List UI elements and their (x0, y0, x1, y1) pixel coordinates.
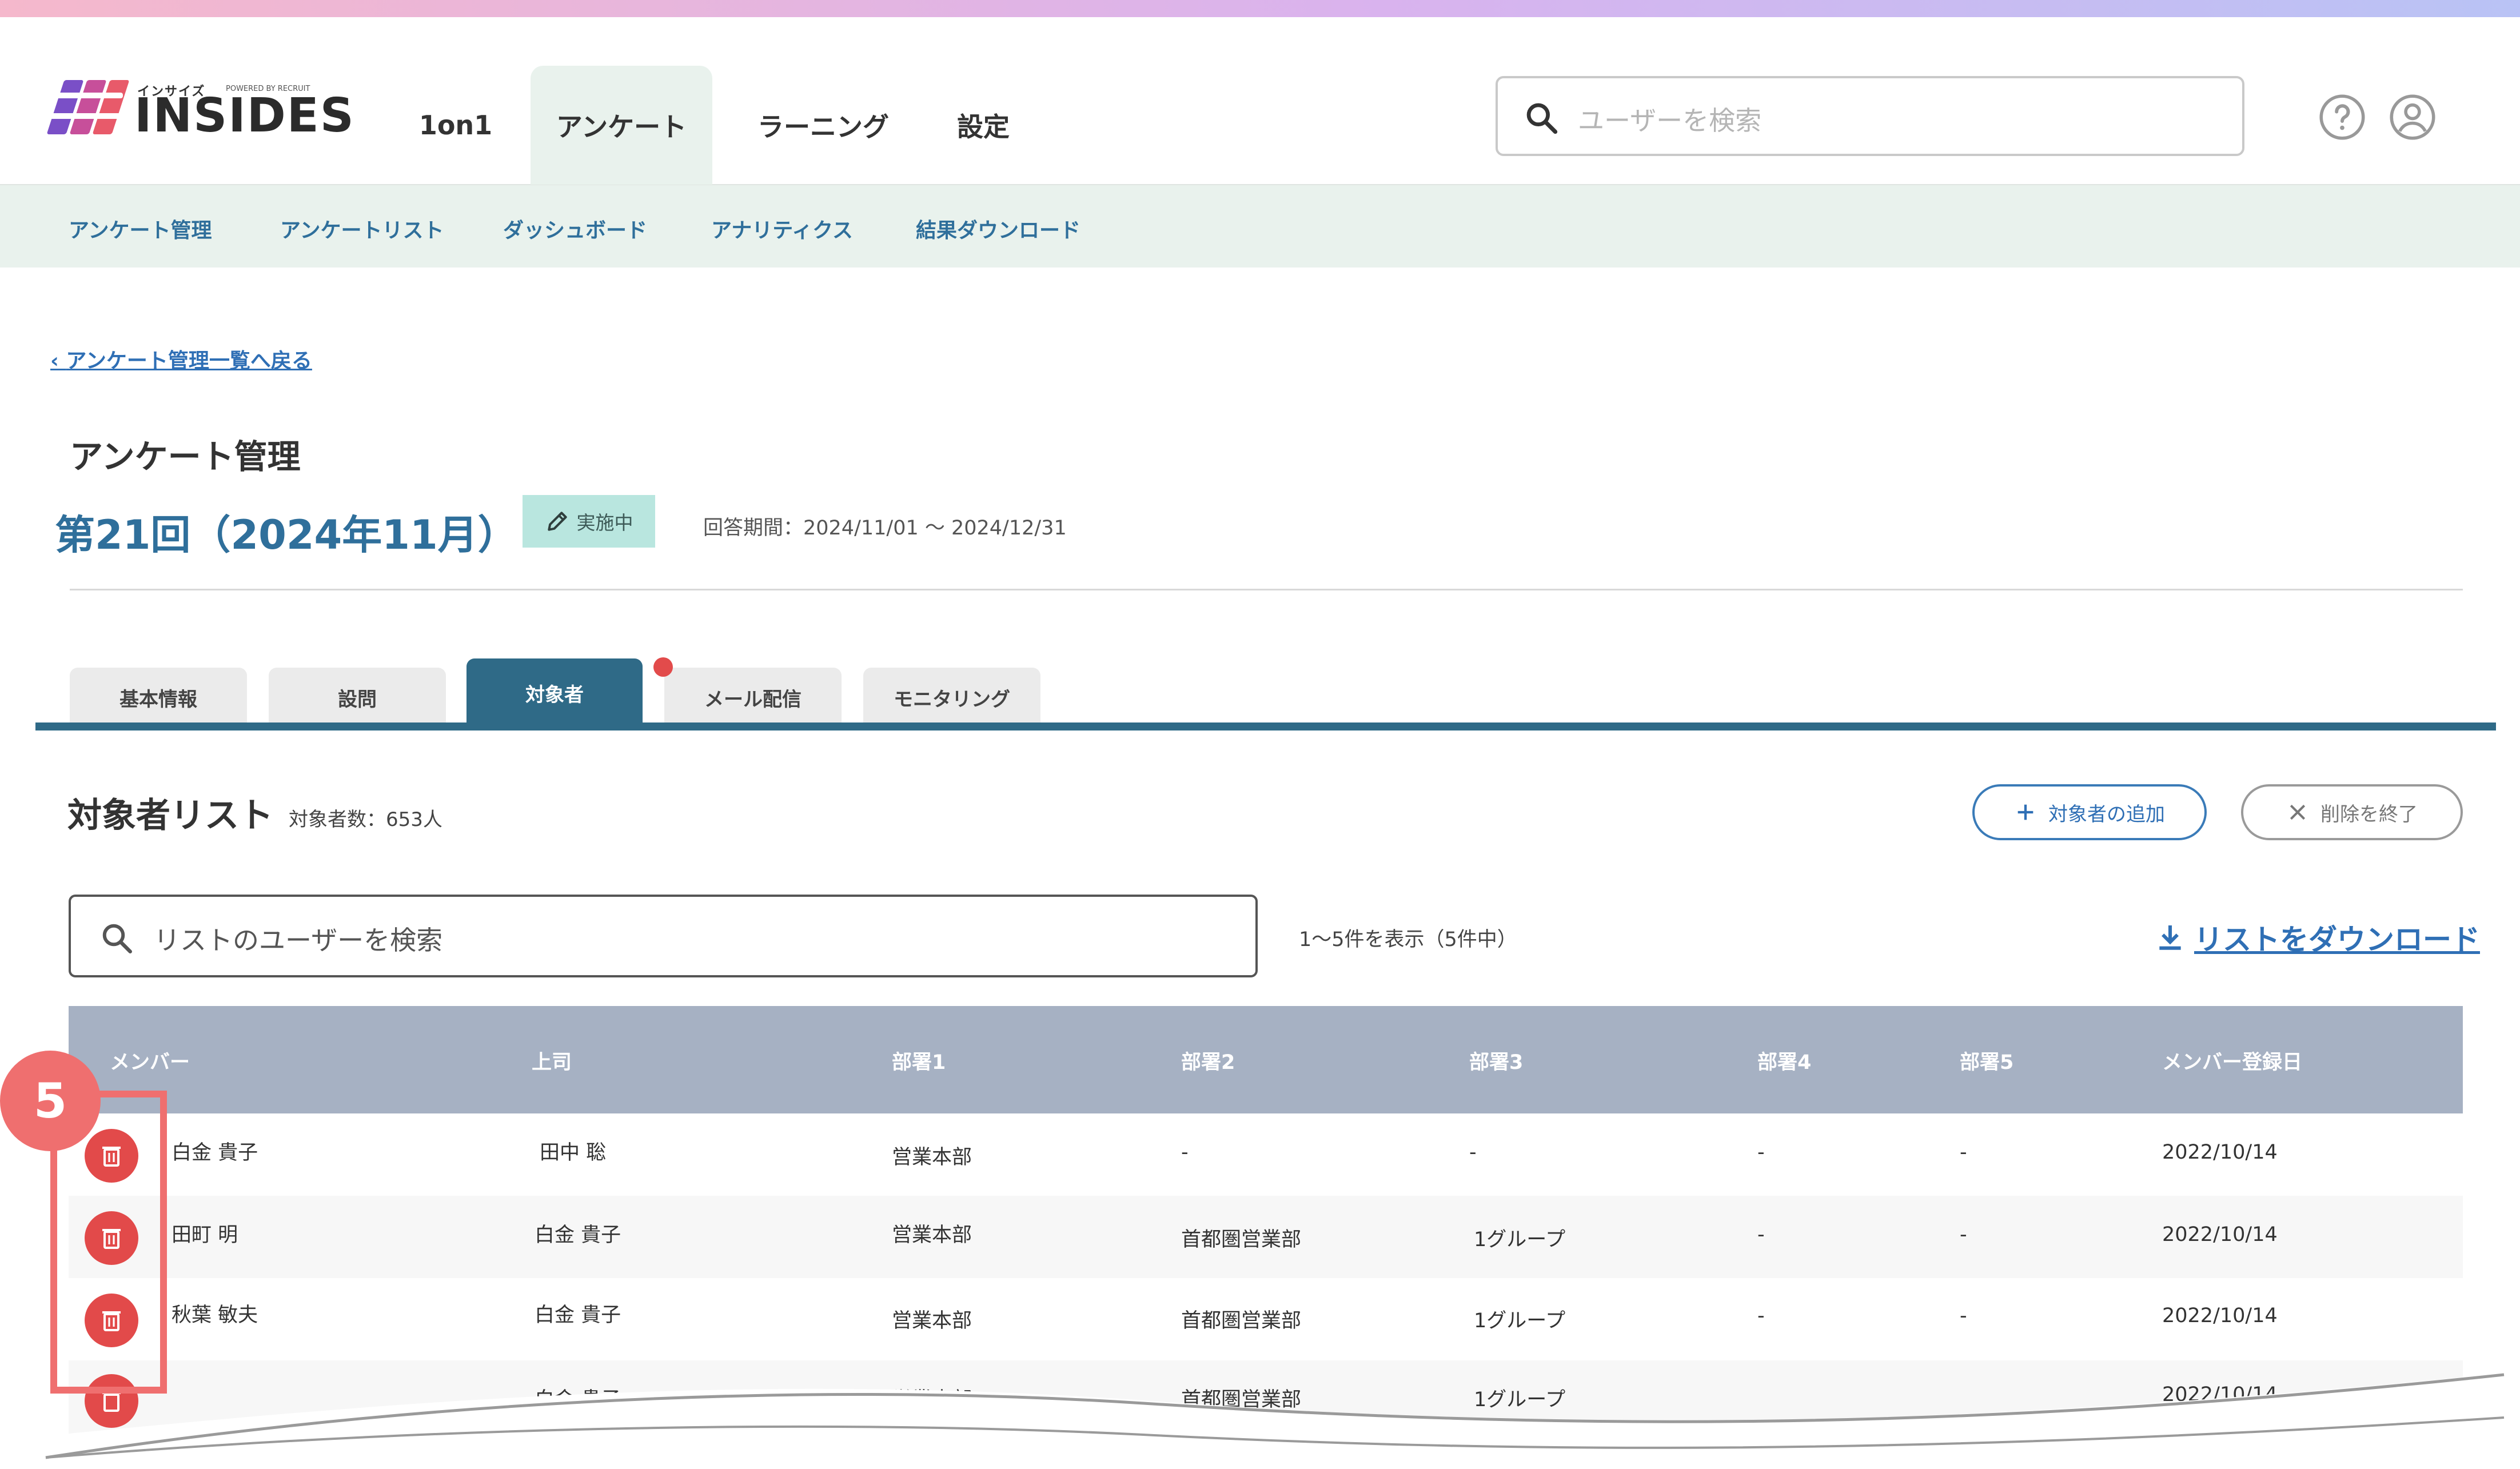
help-icon[interactable] (2318, 93, 2366, 141)
logo-mark-icon (46, 80, 130, 134)
back-link[interactable]: ‹ アンケート管理一覧へ戻る (50, 344, 312, 374)
cell-dept2: - (1181, 1141, 1189, 1164)
cell-dept2: 首都圏営業部 (1181, 1310, 1302, 1332)
list-search-input[interactable]: リストのユーザーを検索 (69, 895, 1258, 977)
nav-tab-settings[interactable]: 設定 (938, 66, 1029, 185)
col-boss[interactable]: 上司 (532, 1046, 572, 1075)
subnav-dashboard[interactable]: ダッシュボード (503, 214, 647, 243)
cell-member: 田町 明 (172, 1224, 238, 1247)
cell-dept5: - (1960, 1223, 1967, 1246)
col-dept2[interactable]: 部署2 (1181, 1046, 1235, 1075)
user-search-input[interactable]: ユーザーを検索 (1496, 76, 2244, 156)
cell-dept1: 営業本部 (892, 1224, 972, 1247)
cell-boss: 白金 貴子 (535, 1304, 621, 1327)
download-list-link[interactable]: リストをダウンロード (2154, 917, 2480, 958)
tab-monitoring[interactable]: モニタリング (863, 668, 1040, 727)
cell-dept4: - (1757, 1141, 1765, 1164)
nav-tab-learning[interactable]: ラーニング (743, 66, 903, 185)
nav-tab-1on1[interactable]: 1on1 (407, 66, 504, 185)
tab-mail-delivery[interactable]: メール配信 (664, 668, 842, 727)
add-target-label: 対象者の追加 (2048, 803, 2165, 826)
col-registered-date[interactable]: メンバー登録日 (2162, 1046, 2302, 1075)
download-list-label: リストをダウンロード (2194, 923, 2480, 956)
col-dept1[interactable]: 部署1 (892, 1046, 946, 1075)
subnav-survey-list[interactable]: アンケートリスト (280, 214, 444, 243)
tab-basic-info[interactable]: 基本情報 (70, 668, 247, 727)
col-dept4[interactable]: 部署4 (1757, 1046, 1811, 1075)
cell-dept3: - (1469, 1141, 1477, 1164)
cell-dept4: - (1757, 1304, 1765, 1327)
torn-edge (0, 1372, 2520, 1469)
plus-icon (2017, 804, 2033, 820)
col-member[interactable]: メンバー (110, 1046, 190, 1075)
account-icon[interactable] (2389, 93, 2437, 141)
list-search-placeholder: リストのユーザーを検索 (154, 925, 443, 956)
table-row: 秋葉 敏夫 白金 貴子 営業本部 首都圏営業部 1グループ - - 2022/1… (69, 1278, 2463, 1360)
cell-member: 秋葉 敏夫 (172, 1304, 258, 1327)
answer-period: 回答期間：2024/11/01 〜 2024/12/31 (703, 517, 1067, 540)
cell-member: 白金 貴子 (172, 1141, 258, 1164)
cell-dept3: 1グループ (1474, 1228, 1566, 1251)
divider (70, 589, 2463, 590)
cell-date: 2022/10/14 (2162, 1223, 2278, 1246)
cell-dept5: - (1960, 1304, 1967, 1327)
logo-text: INSIDES (134, 89, 355, 143)
col-dept3[interactable]: 部署3 (1469, 1046, 1523, 1075)
cell-date: 2022/10/14 (2162, 1141, 2278, 1164)
target-count: 対象者数：653人 (289, 808, 442, 831)
result-count: 1〜5件を表示（5件中） (1299, 928, 1517, 951)
chevron-left-icon: ‹ (50, 349, 66, 373)
pencil-icon (547, 512, 567, 531)
subnav-analytics[interactable]: アナリティクス (711, 214, 853, 243)
subnav-result-download[interactable]: 結果ダウンロード (916, 214, 1080, 243)
download-icon (2159, 925, 2181, 950)
table-row: 田町 明 白金 貴子 営業本部 首都圏営業部 1グループ - - 2022/10… (69, 1196, 2463, 1278)
table-row: 白金 貴子 田中 聡 営業本部 - - - - 2022/10/14 (69, 1113, 2463, 1196)
cell-dept4: - (1757, 1223, 1765, 1246)
table-header: メンバー 上司 部署1 部署2 部署3 部署4 部署5 メンバー登録日 (69, 1006, 2463, 1113)
target-list-title: 対象者リスト (67, 796, 273, 836)
cell-boss: 田中 聡 (540, 1141, 607, 1164)
close-icon (2290, 804, 2306, 820)
subnav-survey-management[interactable]: アンケート管理 (69, 214, 212, 243)
end-delete-label: 削除を終了 (2320, 803, 2418, 826)
insides-logo[interactable]: インサイズ POWERED BY RECRUIT INSIDES (46, 63, 354, 149)
app-header: インサイズ POWERED BY RECRUIT INSIDES 1on1 アン… (0, 17, 2520, 185)
nav-tab-survey[interactable]: アンケート (531, 66, 712, 185)
page-title: アンケート管理 (70, 437, 301, 476)
survey-round-title: 第21回（2024年11月） (55, 512, 518, 558)
search-icon (102, 924, 132, 953)
status-badge-label: 実施中 (576, 512, 633, 534)
user-search-placeholder: ユーザーを検索 (1578, 105, 1762, 136)
cell-dept2: 首都圏営業部 (1181, 1228, 1302, 1251)
back-link-label: アンケート管理一覧へ戻る (66, 349, 312, 373)
status-badge: 実施中 (523, 495, 655, 548)
tab-targets[interactable]: 対象者 (466, 658, 643, 727)
tab-questions[interactable]: 設問 (269, 668, 446, 727)
cell-dept1: 営業本部 (892, 1146, 972, 1169)
end-delete-button[interactable]: 削除を終了 (2241, 784, 2463, 840)
cell-dept5: - (1960, 1141, 1967, 1164)
cell-dept3: 1グループ (1474, 1310, 1566, 1332)
search-icon (1526, 103, 1558, 134)
step-number-badge: 5 (0, 1051, 101, 1151)
tab-underline (35, 722, 2496, 730)
cell-boss: 白金 貴子 (535, 1224, 621, 1247)
add-target-button[interactable]: 対象者の追加 (1972, 784, 2207, 840)
notification-dot (653, 657, 673, 677)
cell-date: 2022/10/14 (2162, 1304, 2278, 1327)
col-dept5[interactable]: 部署5 (1960, 1046, 2013, 1075)
sub-navigation: アンケート管理 アンケートリスト ダッシュボード アナリティクス 結果ダウンロー… (0, 185, 2520, 268)
top-gradient-bar (0, 0, 2520, 17)
cell-dept1: 営業本部 (892, 1310, 972, 1332)
